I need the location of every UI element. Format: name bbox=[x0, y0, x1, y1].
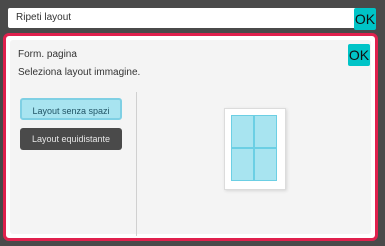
header-bar: Ripeti layout bbox=[8, 8, 371, 28]
panel-subtitle: Seleziona layout immagine. bbox=[18, 67, 141, 78]
layout-no-spaces-button[interactable]: Layout senza spazi bbox=[20, 98, 122, 120]
preview-paper bbox=[224, 108, 286, 190]
panel-body: Form. pagina Seleziona layout immagine. … bbox=[10, 40, 371, 236]
preview-cell bbox=[254, 148, 277, 181]
header-title: Ripeti layout bbox=[16, 12, 72, 23]
layout-equidistant-button[interactable]: Layout equidistante bbox=[20, 128, 122, 150]
layout-preview bbox=[144, 92, 370, 236]
panel-ok-button[interactable]: OK bbox=[348, 44, 370, 66]
preview-cell bbox=[254, 115, 277, 148]
layout-options-column: Layout senza spazi Layout equidistante bbox=[16, 92, 137, 236]
preview-cell bbox=[231, 115, 254, 148]
header-ok-button[interactable]: OK bbox=[354, 8, 376, 30]
preview-cell bbox=[231, 148, 254, 181]
panel-title: Form. pagina bbox=[18, 49, 77, 60]
page-format-panel: Form. pagina Seleziona layout immagine. … bbox=[3, 33, 378, 241]
